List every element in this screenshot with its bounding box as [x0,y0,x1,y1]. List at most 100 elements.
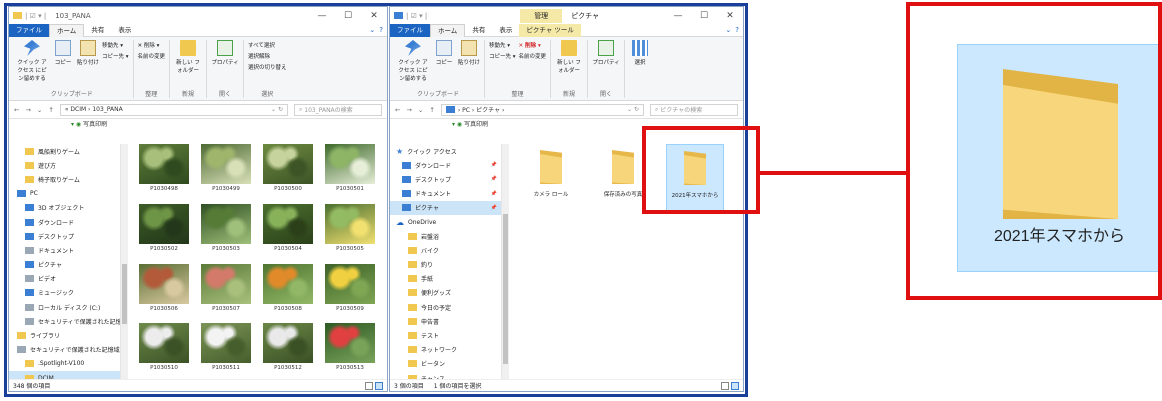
refresh-icon[interactable]: ⌄ ↻ [271,106,283,113]
folder-item[interactable]: カメラ ロール [522,144,580,214]
details-view-icon[interactable] [365,381,373,390]
nav-item[interactable]: ビデオ [9,272,120,286]
photo-item[interactable]: P1030504 [257,203,319,258]
scrollbar-thumb[interactable] [122,264,127,324]
nav-item[interactable]: 風船割りゲーム [9,144,120,158]
delete-button[interactable]: ✕ 削除 ▾ [138,41,166,49]
pin-icon[interactable]: 📌 [491,162,497,168]
tab-share[interactable]: 共有 [465,24,492,37]
forward-arrow-icon[interactable]: → [406,106,411,114]
rename-button[interactable]: 名前の変更 [138,52,166,60]
chevron-down-icon[interactable]: ⌄ [725,26,731,34]
nav-item[interactable]: PC [9,187,120,201]
maximize-button[interactable]: ☐ [691,11,717,21]
pin-icon[interactable]: 📌 [491,176,497,182]
close-button[interactable]: ✕ [361,11,387,21]
nav-item[interactable]: 手紙 [390,272,501,286]
nav-item[interactable]: ダウンロード 📌 [390,158,501,172]
tab-home[interactable]: ホーム [430,23,466,37]
nav-item[interactable]: セキュリティで保護された記憶域 [9,314,120,328]
search-input[interactable]: ⌕ ピクチャの検索 [650,103,738,116]
nav-item[interactable]: 便利グッズ [390,286,501,300]
photo-item[interactable]: P1030510 [133,323,195,377]
back-arrow-icon[interactable]: ← [395,106,400,114]
nav-item[interactable]: .Spotlight-V100 [9,357,120,371]
quick-access-toolbar[interactable]: | ☑ ▾ | [25,12,46,20]
back-arrow-icon[interactable]: ← [14,106,19,114]
large-icons-view-icon[interactable] [731,381,739,390]
nav-item[interactable]: DCIM [9,371,120,379]
nav-item[interactable]: ★ クイック アクセス [390,144,501,158]
photo-item[interactable]: P1030500 [257,144,319,198]
help-icon[interactable]: ? [379,26,383,34]
invert-selection-button[interactable]: 選択の切り替え [248,63,287,71]
nav-item[interactable]: 釣り [390,258,501,272]
photo-item[interactable]: P1030503 [195,203,257,258]
photo-item[interactable]: P1030508 [257,263,319,318]
photo-item[interactable]: P1030511 [195,323,257,377]
tab-file[interactable]: ファイル [9,23,49,37]
tab-file[interactable]: ファイル [390,23,430,37]
photo-item[interactable]: P1030509 [319,263,381,318]
photo-item[interactable]: P1030498 [133,144,195,198]
photo-item[interactable]: P1030499 [195,144,257,198]
nav-item[interactable]: テスト [390,328,501,342]
nav-item[interactable]: ローカル ディスク (C:) [9,300,120,314]
rename-button[interactable]: 名前の変更 [519,52,547,60]
nav-item[interactable]: 椅子取りゲーム [9,172,120,186]
nav-item[interactable]: ミュージック [9,286,120,300]
nav-item[interactable]: ドキュメント [9,243,120,257]
photo-item[interactable]: P1030505 [319,203,381,258]
photo-item[interactable]: P1030506 [133,263,195,318]
nav-item[interactable]: ピクチャ [9,258,120,272]
move-to-button[interactable]: 移動先 ▾ [489,41,516,49]
photo-item[interactable]: P1030513 [319,323,381,377]
nav-item[interactable]: ライブラリ [9,328,120,342]
refresh-icon[interactable]: ⌄ ↻ [627,106,639,113]
nav-scrollbar[interactable] [121,144,128,379]
nav-item[interactable]: ピクチャ 📌 [390,200,501,215]
nav-item[interactable]: デスクトップ 📌 [390,172,501,186]
nav-item[interactable]: ダウンロード [9,215,120,229]
quick-access-toolbar[interactable]: | ☑ ▾ | [406,12,427,20]
copy-to-button[interactable]: コピー先 ▾ [102,52,129,60]
tab-home[interactable]: ホーム [49,23,85,37]
pin-icon[interactable]: 📌 [491,205,497,211]
chevron-down-icon[interactable]: ⌄ [37,106,42,114]
photo-item[interactable]: P1030502 [133,203,195,258]
group-header[interactable]: ▾ ◉ 写真印刷 [9,119,387,130]
nav-item[interactable]: チャンス [390,371,501,379]
details-view-icon[interactable] [721,381,729,390]
photo-item[interactable]: P1030512 [257,323,319,377]
copy-to-button[interactable]: コピー先 ▾ [489,52,516,60]
minimize-button[interactable]: — [309,11,335,21]
nav-item[interactable]: 3D オブジェクト [9,201,120,215]
scrollbar-thumb[interactable] [503,214,508,364]
nav-item[interactable]: ネットワーク [390,343,501,357]
nav-item[interactable]: デスクトップ [9,229,120,243]
nav-item[interactable]: ビータン [390,357,501,371]
chevron-down-icon[interactable]: ⌄ [418,106,423,114]
nav-item[interactable]: ドキュメント 📌 [390,187,501,201]
up-arrow-icon[interactable]: ↑ [48,106,53,114]
nav-item[interactable]: 今日の予定 [390,300,501,314]
maximize-button[interactable]: ☐ [335,11,361,21]
nav-item[interactable]: 岩盤浴 [390,229,501,243]
select-none-button[interactable]: 選択解除 [248,52,287,60]
select-all-button[interactable]: すべて選択 [248,41,287,49]
minimize-button[interactable]: — [665,11,691,21]
delete-button[interactable]: ✕ 削除 ▾ [519,41,547,49]
pin-icon[interactable]: 📌 [491,191,497,197]
address-field[interactable]: › PC › ピクチャ › ⌄ ↻ [440,103,644,116]
nav-item[interactable]: 遊び方 [9,158,120,172]
tab-share[interactable]: 共有 [84,24,111,37]
help-icon[interactable]: ? [735,26,739,34]
nav-item[interactable]: バイク [390,243,501,257]
tab-picture-tools[interactable]: ピクチャ ツール [519,23,581,37]
tab-view[interactable]: 表示 [111,24,138,37]
nav-scrollbar[interactable] [502,144,509,379]
chevron-down-icon[interactable]: ⌄ [369,26,375,34]
select-button[interactable]: 選択 [629,40,651,98]
large-icons-view-icon[interactable] [375,381,383,390]
close-button[interactable]: ✕ [717,11,743,21]
